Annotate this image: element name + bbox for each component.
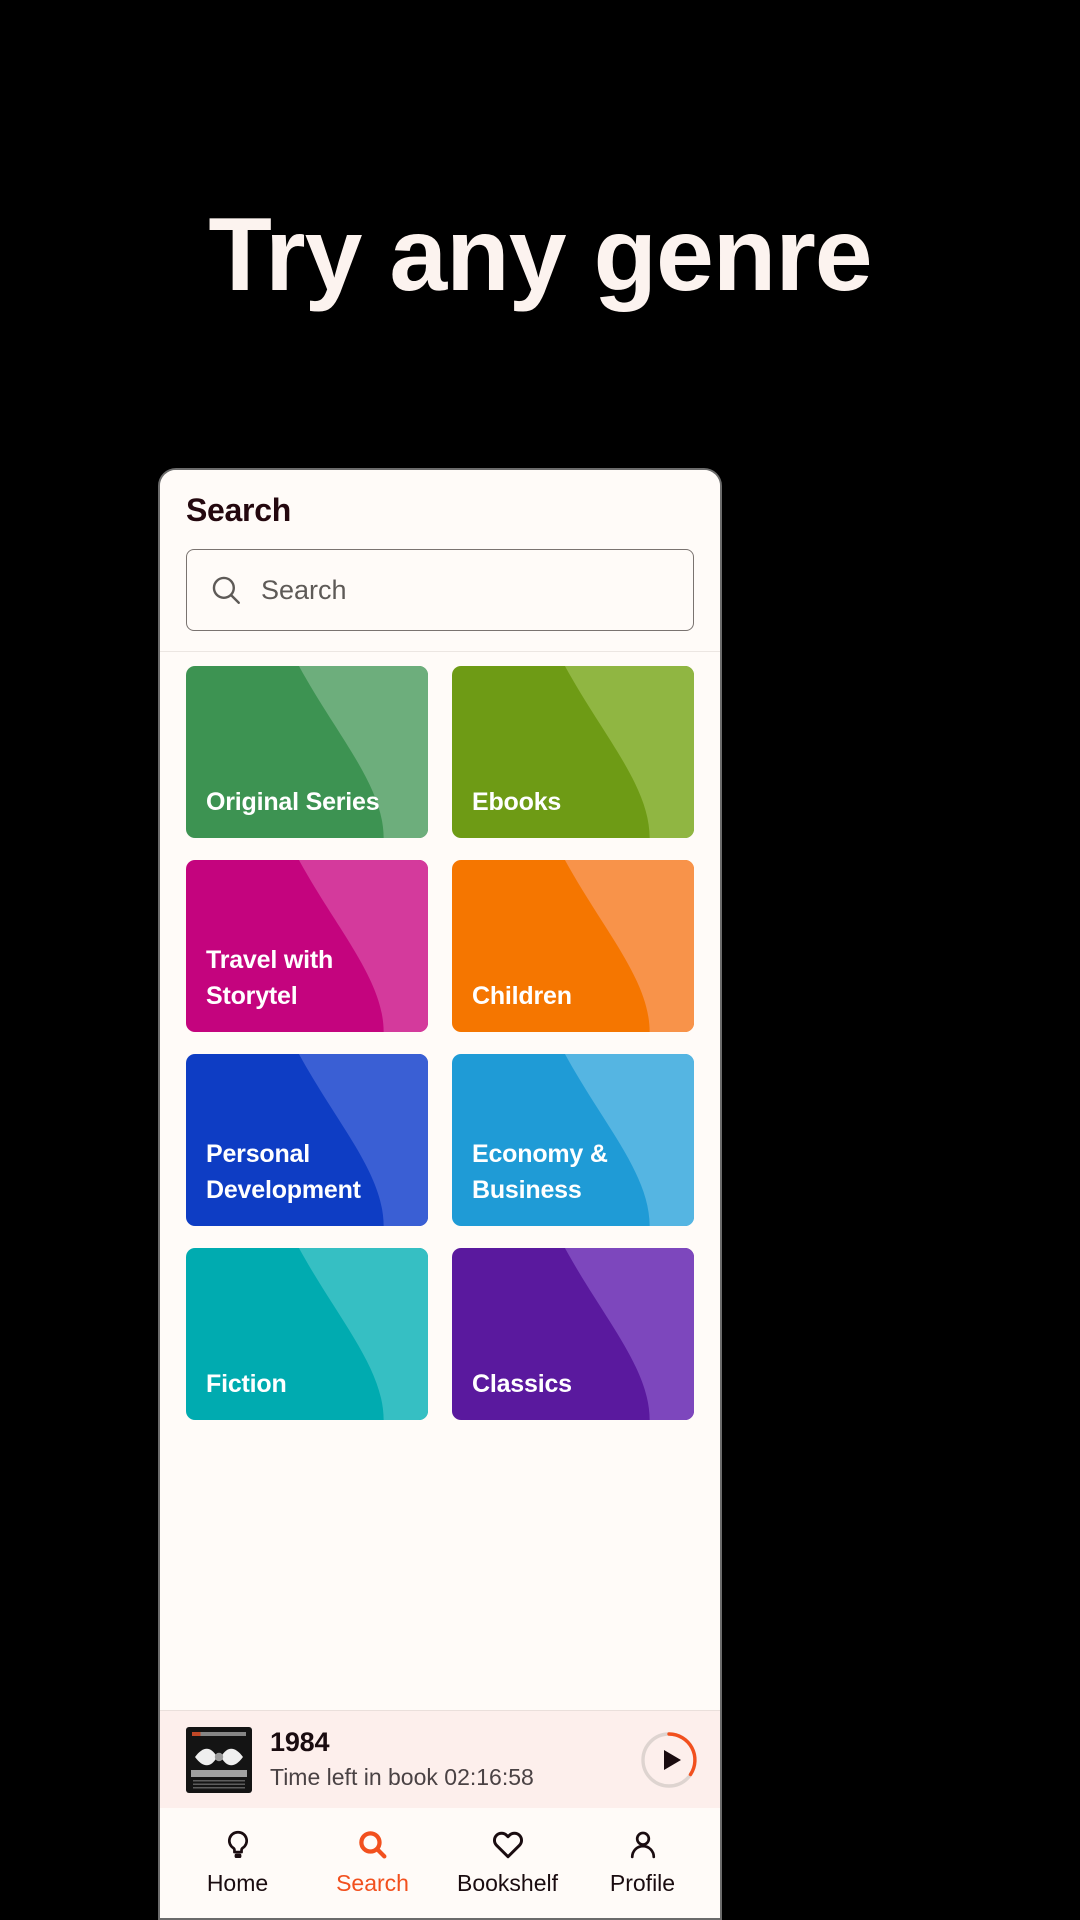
screenshot-root: Try any genre Search Search Original Ser… (0, 0, 1080, 1920)
hero-title: Try any genre (208, 196, 872, 313)
genre-tile-label: Personal Development (206, 1140, 361, 1204)
genre-tile-label: Children (472, 981, 572, 1010)
genre-tile-label: Travel with Storytel (206, 946, 334, 1010)
phone-mockup: Search Search Original Series Ebooks Trave… (158, 468, 722, 1920)
app-header: Search Search (160, 470, 720, 652)
genre-tile[interactable]: Personal Development (186, 1054, 428, 1226)
genre-tile-label: Ebooks (472, 787, 562, 816)
genre-tile[interactable]: Economy & Business (452, 1054, 694, 1226)
nav-item-home[interactable]: Home (173, 1826, 303, 1895)
track-title: 1984 (270, 1727, 330, 1758)
heart-icon (491, 1826, 525, 1864)
genre-tile[interactable]: Travel with Storytel (186, 860, 428, 1032)
mini-player[interactable]: 1984 Time left in book 02:16:58 (160, 1710, 720, 1808)
genre-tile[interactable]: Original Series (186, 666, 428, 838)
genre-tile[interactable]: Children (452, 860, 694, 1032)
nav-item-label: Bookshelf (456, 1869, 558, 1896)
genre-tile-label: Fiction (206, 1369, 287, 1398)
search-placeholder: Search (261, 574, 347, 605)
genre-grid: Original Series Ebooks Travel with Storyte… (186, 666, 694, 1420)
genre-tile-label: Economy & Business (472, 1140, 608, 1204)
genre-tile[interactable]: Ebooks (452, 666, 694, 838)
genre-tile[interactable]: Classics (452, 1248, 694, 1420)
genre-tile-label: Original Series (206, 787, 380, 816)
person-icon (626, 1826, 660, 1864)
track-time-left: Time left in book 02:16:58 (270, 1763, 534, 1790)
genre-tile-label: Classics (472, 1369, 572, 1398)
play-button[interactable] (640, 1731, 698, 1789)
nav-item-label: Profile (609, 1869, 676, 1896)
genre-tile[interactable]: Fiction (186, 1248, 428, 1420)
bottom-navigation: Home Search Bookshelf Profile (160, 1808, 720, 1918)
nav-item-bookshelf[interactable]: Bookshelf (443, 1826, 573, 1895)
track-info: 1984 Time left in book 02:16:58 (270, 1726, 622, 1793)
lightbulb-icon (221, 1826, 255, 1864)
search-icon (356, 1826, 390, 1864)
hero-section: Try any genre (0, 0, 1080, 470)
search-input[interactable]: Search (186, 549, 694, 631)
nav-item-search[interactable]: Search (308, 1826, 438, 1895)
nav-item-label: Search (336, 1869, 409, 1896)
search-icon (209, 573, 243, 607)
book-cover-thumbnail (186, 1726, 252, 1793)
nav-item-profile[interactable]: Profile (578, 1826, 708, 1895)
genre-list[interactable]: Original Series Ebooks Travel with Storyte… (160, 652, 720, 1710)
page-title: Search (186, 492, 291, 528)
nav-item-label: Home (206, 1869, 269, 1896)
